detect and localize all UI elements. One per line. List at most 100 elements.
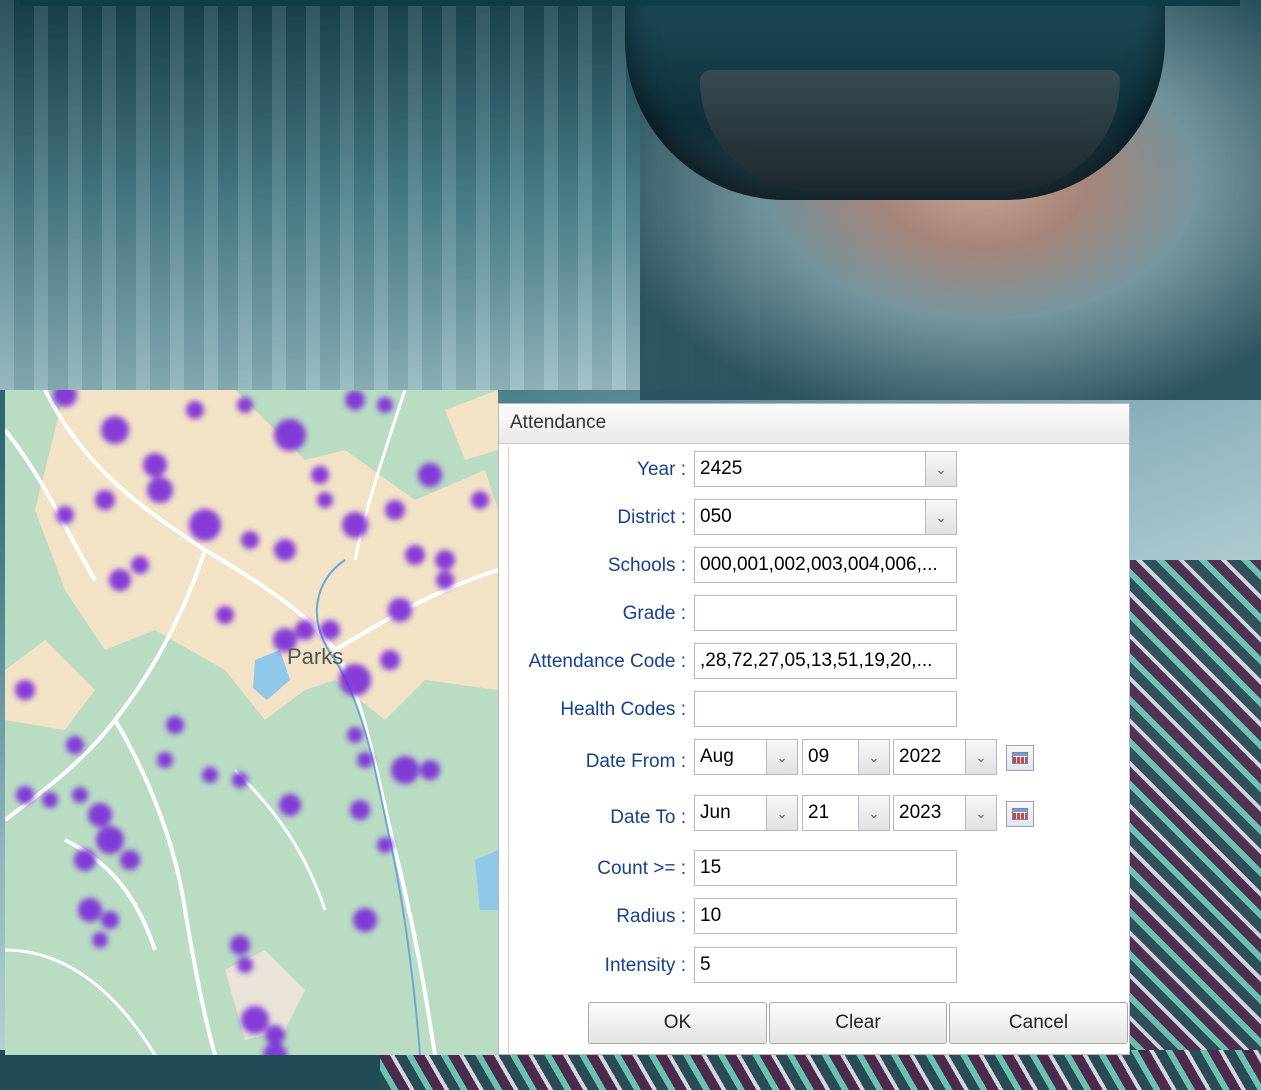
chevron-down-icon[interactable]: ⌄	[925, 500, 956, 534]
heat-spot	[385, 500, 405, 520]
heat-spot	[202, 767, 218, 783]
bottom-band	[0, 1050, 380, 1090]
heat-spot	[263, 1043, 287, 1055]
heat-spot	[405, 545, 425, 565]
chevron-down-icon[interactable]: ⌄	[965, 740, 996, 774]
year-select[interactable]: 2425 ⌄	[694, 451, 957, 487]
grade-label: Grade :	[622, 603, 686, 624]
heat-spot	[420, 760, 440, 780]
heat-spot	[189, 509, 221, 541]
chevron-down-icon[interactable]: ⌄	[766, 740, 797, 774]
date-to-day-value: 21	[808, 802, 830, 823]
heat-spot	[471, 491, 489, 509]
date-to-day-select[interactable]: 21 ⌄	[802, 795, 890, 831]
attendance-dialog: Attendance Year : 2425 ⌄ District : 050 …	[498, 403, 1130, 1055]
heat-spot	[347, 727, 363, 743]
heat-spot	[66, 736, 84, 754]
heat-spot	[357, 752, 373, 768]
date-from-month-select[interactable]: Aug ⌄	[694, 739, 798, 775]
heat-spot	[237, 397, 253, 413]
schools-field[interactable]: 000,001,002,003,004,006,...	[694, 547, 957, 583]
chevron-down-icon[interactable]: ⌄	[965, 796, 996, 830]
date-to-year-select[interactable]: 2023 ⌄	[893, 795, 997, 831]
date-from-label: Date From :	[585, 751, 686, 772]
heat-spot	[157, 752, 173, 768]
date-from-year-value: 2022	[899, 746, 942, 767]
calendar-icon[interactable]	[1006, 745, 1034, 771]
chevron-down-icon[interactable]: ⌄	[766, 796, 797, 830]
heat-spot	[216, 606, 234, 624]
heat-spot	[241, 1006, 269, 1034]
map-place-label: Parks	[287, 644, 344, 669]
heat-spot	[143, 453, 167, 477]
heat-spot	[230, 935, 250, 955]
heat-spot	[345, 390, 365, 410]
schools-label: Schools :	[607, 555, 686, 576]
pattern-fabric-bottom	[380, 1050, 1261, 1090]
heat-spot	[274, 539, 296, 561]
clear-button[interactable]: Clear	[769, 1002, 947, 1044]
date-from-day-select[interactable]: 09 ⌄	[802, 739, 890, 775]
radius-value: 10	[700, 905, 722, 926]
heat-spot	[15, 680, 35, 700]
top-band	[20, 0, 1240, 6]
heat-spot	[377, 397, 393, 413]
grade-field[interactable]	[694, 595, 957, 631]
dialog-title: Attendance	[499, 404, 1129, 444]
heat-spot	[311, 466, 329, 484]
visor-graphic	[700, 70, 1120, 190]
count-value: 15	[700, 857, 722, 878]
heat-spot	[317, 492, 333, 508]
cancel-button[interactable]: Cancel	[949, 1002, 1128, 1044]
heat-spot	[435, 550, 455, 570]
date-from-year-select[interactable]: 2022 ⌄	[893, 739, 997, 775]
heat-spot	[101, 911, 119, 929]
heat-spot	[265, 1025, 285, 1045]
count-label: Count >= :	[597, 858, 686, 879]
heat-spot	[147, 477, 173, 503]
heat-spot	[388, 598, 412, 622]
heat-map[interactable]: Parks	[5, 390, 498, 1055]
health-codes-label: Health Codes :	[560, 699, 686, 720]
calendar-icon[interactable]	[1006, 801, 1034, 827]
heat-spot	[101, 416, 129, 444]
year-value: 2425	[700, 458, 743, 479]
date-to-month-value: Jun	[700, 802, 731, 823]
attendance-code-field[interactable]: ,28,72,27,05,13,51,19,20,...	[694, 643, 957, 679]
date-to-month-select[interactable]: Jun ⌄	[694, 795, 798, 831]
district-select[interactable]: 050 ⌄	[694, 499, 957, 535]
heat-spot	[42, 792, 58, 808]
heat-spot	[342, 512, 368, 538]
radius-field[interactable]: 10	[694, 898, 957, 934]
ok-button[interactable]: OK	[588, 1002, 767, 1044]
dialog-body: Year : 2425 ⌄ District : 050 ⌄ Schools :…	[508, 446, 1130, 1054]
heat-spot	[56, 506, 74, 524]
district-value: 050	[700, 506, 732, 527]
intensity-field[interactable]: 5	[694, 947, 957, 983]
date-to-year-value: 2023	[899, 802, 942, 823]
chevron-down-icon[interactable]: ⌄	[858, 796, 889, 830]
heat-spot	[350, 800, 370, 820]
heat-spot	[274, 419, 306, 451]
radius-label: Radius :	[616, 906, 686, 927]
heat-spot	[320, 620, 340, 640]
heat-spot	[120, 850, 140, 870]
district-label: District :	[617, 507, 686, 528]
heat-spot	[109, 569, 131, 591]
chevron-down-icon[interactable]: ⌄	[925, 452, 956, 486]
intensity-value: 5	[700, 954, 711, 975]
heat-spot	[380, 650, 400, 670]
health-codes-field[interactable]	[694, 691, 957, 727]
heat-spot	[295, 620, 315, 640]
heat-spot	[95, 490, 115, 510]
year-label: Year :	[637, 459, 686, 480]
heat-spot	[353, 908, 377, 932]
intensity-label: Intensity :	[604, 955, 686, 976]
count-field[interactable]: 15	[694, 850, 957, 886]
heat-spot	[92, 932, 108, 948]
schools-value: 000,001,002,003,004,006,...	[700, 554, 938, 575]
chevron-down-icon[interactable]: ⌄	[858, 740, 889, 774]
heat-spot	[339, 664, 371, 696]
heat-spot	[166, 716, 184, 734]
heat-spot	[96, 826, 124, 854]
